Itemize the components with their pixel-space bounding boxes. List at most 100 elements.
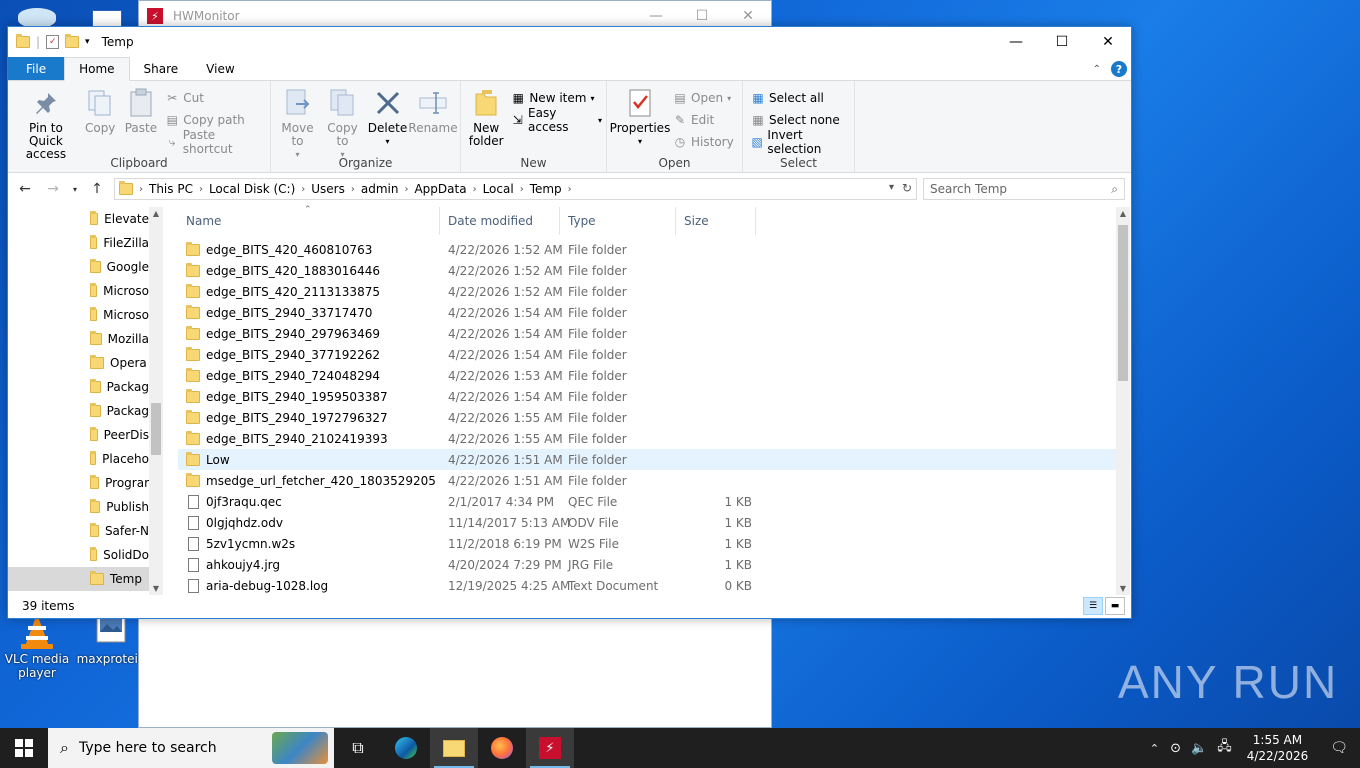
file-row[interactable]: edge_BITS_2940_2102419393 4/22/2026 1:55 … — [178, 428, 1118, 449]
paste-shortcut-button[interactable]: ⤷ Paste shortcut — [165, 128, 266, 156]
search-input[interactable]: Search Temp ⌕ — [923, 178, 1125, 200]
file-row[interactable]: Low 4/22/2026 1:51 AM File folder — [178, 449, 1118, 470]
file-row[interactable]: 0lgjqhdz.odv 11/14/2017 5:13 AM ODV File 1 … — [178, 512, 1118, 533]
properties-quick-icon[interactable]: ✓ — [46, 35, 60, 49]
nav-item[interactable]: Elevate — [8, 207, 149, 231]
breadcrumb-item[interactable]: Local — [483, 182, 514, 196]
file-row[interactable]: 5zv1ycmn.w2s 11/2/2018 6:19 PM W2S File 1 K… — [178, 533, 1118, 554]
taskbar-file-explorer-button[interactable] — [430, 728, 478, 768]
address-bar[interactable]: › This PC › Local Disk (C:) › Users › ad… — [114, 178, 917, 200]
forward-button[interactable]: → — [42, 181, 64, 197]
breadcrumb-item[interactable]: Local Disk (C:) — [209, 182, 295, 196]
minimize-button[interactable]: — — [993, 27, 1039, 57]
explorer-titlebar[interactable]: | ✓ ▾ Temp — [8, 27, 1131, 57]
volume-icon[interactable]: 🔈 — [1186, 741, 1212, 756]
file-row[interactable]: edge_BITS_420_460810763 4/22/2026 1:52 AM… — [178, 239, 1118, 260]
recent-locations-icon[interactable]: ▾ — [70, 185, 80, 194]
file-row[interactable]: edge_BITS_2940_724048294 4/22/2026 1:53 A… — [178, 365, 1118, 386]
taskbar-hwmonitor-button[interactable]: ⚡ — [526, 728, 574, 768]
scroll-down-arrow-icon[interactable]: ▼ — [149, 584, 163, 593]
scroll-up-arrow-icon[interactable]: ▲ — [149, 209, 163, 218]
new-folder-quick-icon[interactable] — [65, 34, 80, 48]
tab-view[interactable]: View — [192, 57, 248, 80]
scroll-up-arrow-icon[interactable]: ▲ — [1116, 209, 1130, 218]
desktop-icon-partial-1[interactable] — [18, 8, 56, 28]
nav-item[interactable]: Opera — [8, 351, 149, 375]
breadcrumb-item[interactable]: This PC — [149, 182, 193, 196]
ribbon-collapse-icon[interactable]: ⌃ — [1093, 64, 1101, 75]
column-header-type[interactable]: Type — [560, 207, 676, 235]
copy-path-button[interactable]: ▤ Copy path — [165, 111, 266, 129]
nav-item[interactable]: Google — [8, 255, 149, 279]
taskbar-edge-button[interactable] — [382, 728, 430, 768]
details-view-icon[interactable]: ☰ — [1083, 597, 1103, 615]
nav-item[interactable]: Mozilla — [8, 327, 149, 351]
file-row[interactable]: ahkoujy4.jrg 4/20/2024 7:29 PM JRG File 1 K… — [178, 554, 1118, 575]
chevron-down-icon[interactable]: ▾ — [889, 182, 894, 193]
notifications-icon[interactable]: 🗨 — [1318, 740, 1360, 756]
taskbar-firefox-button[interactable] — [478, 728, 526, 768]
navigation-pane[interactable]: Elevate FileZilla Google Microso Microso Mozi… — [8, 207, 163, 595]
close-button[interactable]: ✕ — [1085, 27, 1131, 57]
nav-scrollbar-thumb[interactable] — [151, 403, 161, 455]
file-row[interactable]: edge_BITS_2940_297963469 4/22/2026 1:54 A… — [178, 323, 1118, 344]
desktop-icon-maxprotein[interactable]: maxprotein — [76, 612, 146, 666]
file-row[interactable]: 0jf3raqu.qec 2/1/2017 4:34 PM QEC File 1 KB — [178, 491, 1118, 512]
refresh-icon[interactable]: ↻ — [902, 181, 912, 195]
nav-item[interactable]: SolidDo — [8, 543, 149, 567]
file-list-pane[interactable]: Name Date modified Type Size ⌃ edge_BITS… — [178, 205, 1130, 596]
nav-item[interactable]: Packag — [8, 375, 149, 399]
nav-item[interactable]: Temp — [8, 567, 149, 591]
maximize-button[interactable]: ☐ — [1039, 27, 1085, 57]
start-button[interactable] — [0, 728, 48, 768]
breadcrumb-item[interactable]: Users — [311, 182, 345, 196]
nav-scrollbar[interactable]: ▲ ▼ — [149, 207, 163, 595]
show-hidden-icons-chevron-icon[interactable]: ⌃ — [1144, 742, 1165, 755]
invert-selection-button[interactable]: ▧ Invert selection — [751, 128, 850, 156]
nav-item[interactable]: PeerDis — [8, 423, 149, 447]
back-button[interactable]: ← — [14, 181, 36, 197]
nav-item[interactable]: Safer-N — [8, 519, 149, 543]
file-row[interactable]: msedge_url_fetcher_420_1803529205 4/22/20… — [178, 470, 1118, 491]
task-view-button[interactable]: ⧉ — [334, 728, 382, 768]
column-header-date[interactable]: Date modified — [440, 207, 560, 235]
tab-share[interactable]: Share — [130, 57, 193, 80]
nav-item[interactable]: Placeho — [8, 447, 149, 471]
help-icon[interactable]: ? — [1111, 61, 1127, 77]
meet-now-icon[interactable]: ⊙ — [1165, 741, 1186, 756]
file-list-scrollbar-thumb[interactable] — [1118, 225, 1128, 381]
file-row[interactable]: aria-debug-1028.log 12/19/2025 4:25 AM Tex… — [178, 575, 1118, 596]
nav-item[interactable]: Microso — [8, 279, 149, 303]
new-item-button[interactable]: ▦ New item ▾ — [511, 89, 602, 107]
nav-item[interactable]: Packag — [8, 399, 149, 423]
select-all-button[interactable]: ▦ Select all — [751, 89, 850, 107]
file-row[interactable]: edge_BITS_2940_1959503387 4/22/2026 1:54 … — [178, 386, 1118, 407]
breadcrumb-item[interactable]: admin — [361, 182, 399, 196]
breadcrumb-item[interactable]: AppData — [414, 182, 466, 196]
file-row[interactable]: edge_BITS_420_1883016446 4/22/2026 1:52 A… — [178, 260, 1118, 281]
scroll-down-arrow-icon[interactable]: ▼ — [1116, 584, 1130, 593]
edit-button[interactable]: ✎ Edit — [673, 111, 734, 129]
nav-item[interactable]: Publish — [8, 495, 149, 519]
nav-item[interactable]: FileZilla — [8, 231, 149, 255]
file-list-scrollbar[interactable]: ▲ ▼ — [1116, 207, 1130, 595]
explorer-window[interactable]: | ✓ ▾ Temp — ☐ ✕ File Home Share View ⌃ … — [7, 26, 1132, 619]
large-icons-view-icon[interactable]: ▬ — [1105, 597, 1125, 615]
file-row[interactable]: edge_BITS_2940_1972796327 4/22/2026 1:55 … — [178, 407, 1118, 428]
desktop-icon-vlc[interactable]: VLC media player — [2, 612, 72, 680]
file-row[interactable]: edge_BITS_420_2113133875 4/22/2026 1:52 A… — [178, 281, 1118, 302]
clock[interactable]: 1:55 AM 4/22/2026 — [1237, 732, 1319, 764]
nav-item[interactable]: Prograr — [8, 471, 149, 495]
nav-item[interactable]: Microso — [8, 303, 149, 327]
easy-access-button[interactable]: ⇲ Easy access ▾ — [511, 106, 602, 134]
cut-button[interactable]: ✂ Cut — [165, 89, 266, 107]
column-header-size[interactable]: Size — [676, 207, 756, 235]
file-row[interactable]: edge_BITS_2940_33717470 4/22/2026 1:54 AM… — [178, 302, 1118, 323]
up-button[interactable]: ↑ — [86, 181, 108, 197]
history-button[interactable]: ◷ History — [673, 133, 734, 151]
taskbar-search-box[interactable]: ⌕ Type here to search — [48, 728, 334, 768]
quick-access-dropdown-icon[interactable]: ▾ — [85, 37, 90, 47]
select-none-button[interactable]: ▦ Select none — [751, 111, 850, 129]
breadcrumb-item[interactable]: Temp — [530, 182, 562, 196]
tab-home[interactable]: Home — [64, 57, 130, 81]
